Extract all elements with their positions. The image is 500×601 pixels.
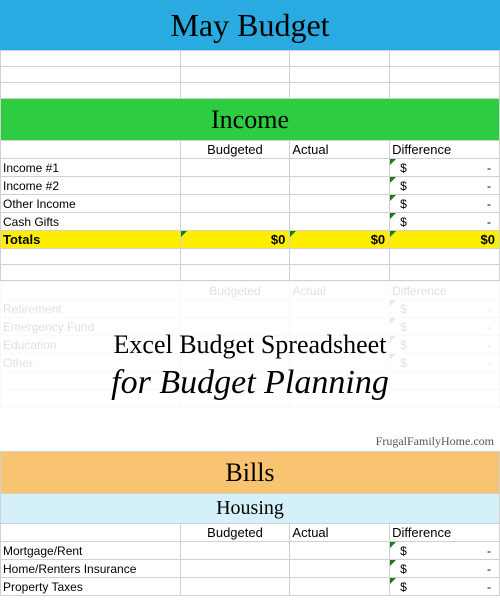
bills-table: Bills Housing Budgeted Actual Difference… [0, 451, 500, 596]
totals-difference: $0 [390, 231, 500, 249]
col-budgeted: Budgeted [180, 524, 290, 542]
bills-column-headers: Budgeted Actual Difference [1, 524, 500, 542]
cell-actual[interactable] [290, 177, 390, 195]
cell-actual[interactable] [290, 195, 390, 213]
col-actual: Actual [290, 524, 390, 542]
table-row: Mortgage/Rent $- [1, 542, 500, 560]
col-difference: Difference [390, 524, 500, 542]
credit-text: FrugalFamilyHome.com [376, 434, 494, 449]
totals-label: Totals [1, 231, 181, 249]
cell-difference: $- [390, 177, 500, 195]
table-row: Property Taxes $- [1, 578, 500, 596]
empty-row [1, 265, 500, 281]
overlay-caption: Excel Budget Spreadsheet for Budget Plan… [0, 281, 500, 451]
row-label: Other Income [1, 195, 181, 213]
table-row: Other Income $- [1, 195, 500, 213]
row-label: Income #2 [1, 177, 181, 195]
empty-row [1, 51, 500, 67]
row-label: Cash Gifts [1, 213, 181, 231]
totals-actual: $0 [290, 231, 390, 249]
bills-section-header: Bills [1, 452, 500, 494]
overlay-line2: for Budget Planning [111, 364, 389, 402]
row-label: Income #1 [1, 159, 181, 177]
row-label: Home/Renters Insurance [1, 560, 181, 578]
cell-actual[interactable] [290, 560, 390, 578]
income-section-header: Income [1, 99, 500, 141]
cell-budgeted[interactable] [180, 578, 290, 596]
table-row: Cash Gifts $- [1, 213, 500, 231]
empty-row [1, 83, 500, 99]
bills-heading: Bills [1, 452, 500, 494]
totals-budgeted: $0 [180, 231, 290, 249]
cell-difference: $- [390, 195, 500, 213]
blank-header [1, 141, 181, 159]
cell-budgeted[interactable] [180, 542, 290, 560]
row-label: Property Taxes [1, 578, 181, 596]
cell-budgeted[interactable] [180, 177, 290, 195]
cell-budgeted[interactable] [180, 213, 290, 231]
row-label: Mortgage/Rent [1, 542, 181, 560]
cell-budgeted[interactable] [180, 159, 290, 177]
income-column-headers: Budgeted Actual Difference [1, 141, 500, 159]
cell-actual[interactable] [290, 578, 390, 596]
table-row: Income #2 $- [1, 177, 500, 195]
empty-row [1, 249, 500, 265]
col-difference: Difference [390, 141, 500, 159]
blank-header [1, 524, 181, 542]
cell-budgeted[interactable] [180, 195, 290, 213]
cell-difference: $- [390, 578, 500, 596]
overlay-line1: Excel Budget Spreadsheet [114, 330, 387, 360]
housing-subsection-header: Housing [1, 494, 500, 524]
cell-difference: $- [390, 560, 500, 578]
cell-actual[interactable] [290, 159, 390, 177]
title-bar: May Budget [0, 0, 500, 50]
table-row: Income #1 $- [1, 159, 500, 177]
income-table: Income Budgeted Actual Difference Income… [0, 50, 500, 281]
income-heading: Income [1, 99, 500, 141]
cell-actual[interactable] [290, 213, 390, 231]
page-title: May Budget [170, 7, 329, 44]
cell-difference: $- [390, 213, 500, 231]
cell-actual[interactable] [290, 542, 390, 560]
empty-row [1, 67, 500, 83]
col-budgeted: Budgeted [180, 141, 290, 159]
housing-heading: Housing [1, 494, 500, 524]
faded-overlay-section: BudgetedActualDifference Retirement$- Em… [0, 281, 500, 451]
cell-budgeted[interactable] [180, 560, 290, 578]
col-actual: Actual [290, 141, 390, 159]
cell-difference: $- [390, 542, 500, 560]
income-totals-row: Totals $0 $0 $0 [1, 231, 500, 249]
cell-difference: $- [390, 159, 500, 177]
table-row: Home/Renters Insurance $- [1, 560, 500, 578]
